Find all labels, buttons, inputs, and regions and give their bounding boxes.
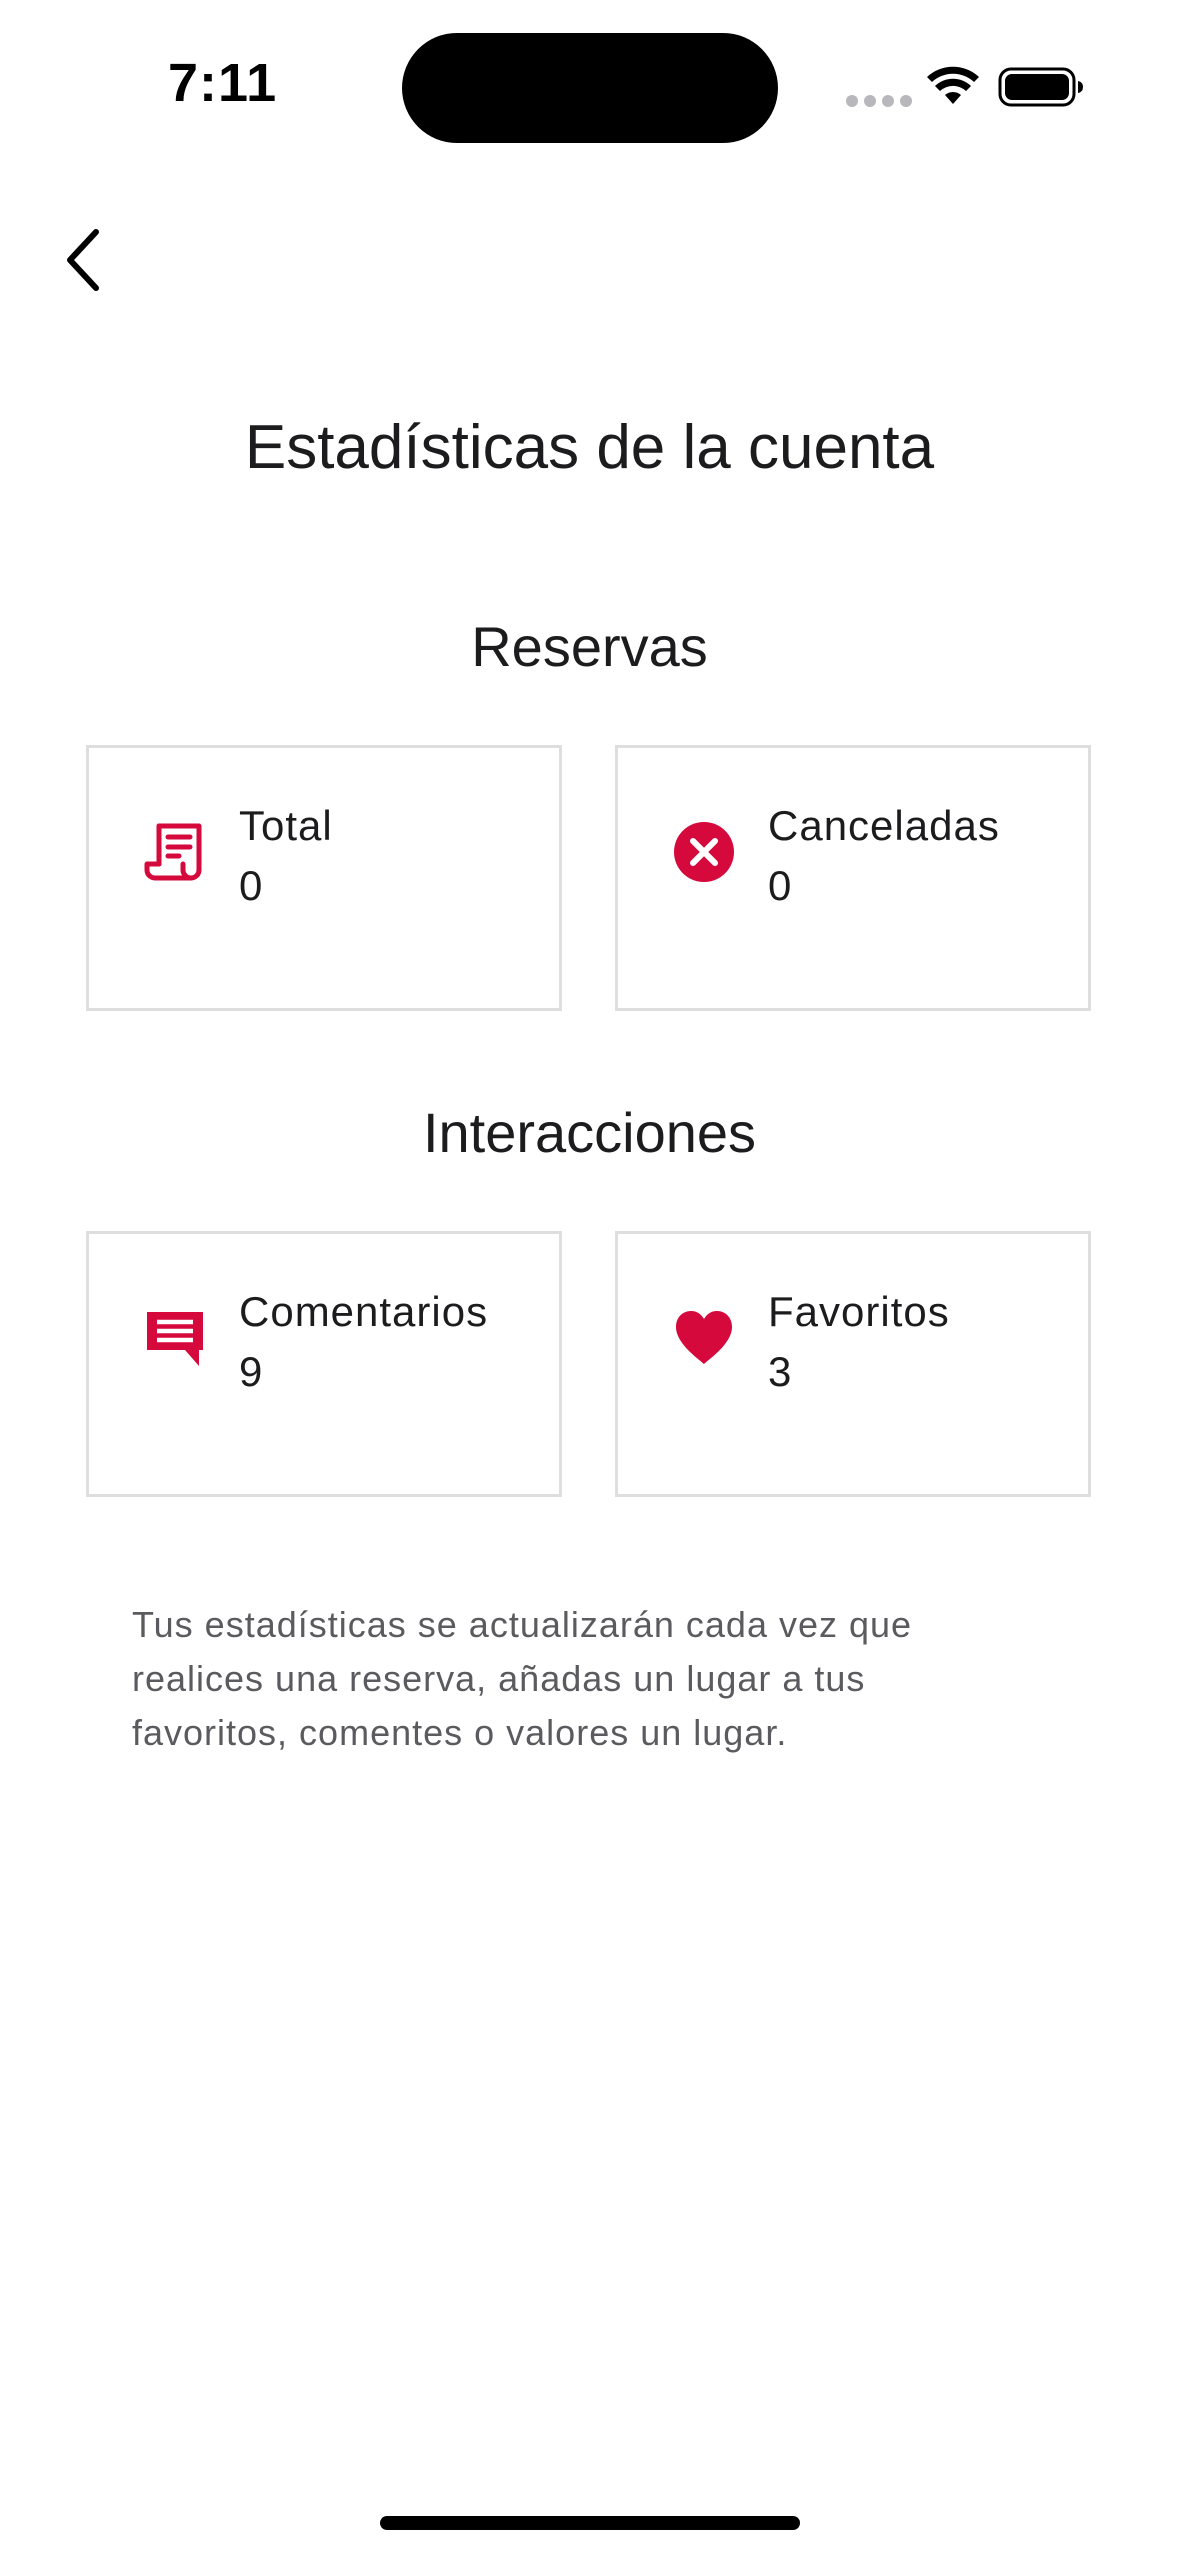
stat-card-favoritos: Favoritos 3	[615, 1231, 1091, 1497]
stat-value: 9	[239, 1348, 263, 1395]
battery-icon	[998, 67, 1083, 107]
home-indicator[interactable]	[380, 2516, 800, 2530]
receipt-icon	[144, 823, 202, 881]
status-time: 7:11	[168, 53, 278, 113]
cellular-signal-icon	[846, 95, 912, 107]
stat-label: Favoritos	[768, 1288, 950, 1335]
stat-card-comentarios: Comentarios 9	[86, 1231, 562, 1497]
heart-icon	[676, 1311, 732, 1364]
stat-value: 0	[239, 862, 263, 909]
stat-label: Canceladas	[768, 802, 1000, 849]
chevron-left-icon	[67, 229, 99, 291]
dynamic-island	[402, 33, 778, 143]
page-title: Estadísticas de la cuenta	[244, 413, 935, 482]
stat-label: Total	[239, 802, 333, 849]
x-circle-icon	[674, 822, 734, 882]
info-text: Tus estadísticas se actualizarán cada ve…	[132, 1604, 913, 1753]
section-title-reservas: Reservas	[471, 615, 708, 678]
comment-icon	[147, 1312, 203, 1366]
stat-card-total: Total 0	[86, 745, 562, 1011]
section-title-interacciones: Interacciones	[422, 1101, 757, 1164]
stat-card-canceladas: Canceladas 0	[615, 745, 1091, 1011]
back-button[interactable]	[54, 222, 114, 298]
stat-label: Comentarios	[239, 1288, 489, 1335]
wifi-icon	[927, 66, 979, 104]
stat-value: 3	[768, 1348, 792, 1395]
stat-value: 0	[768, 862, 792, 909]
